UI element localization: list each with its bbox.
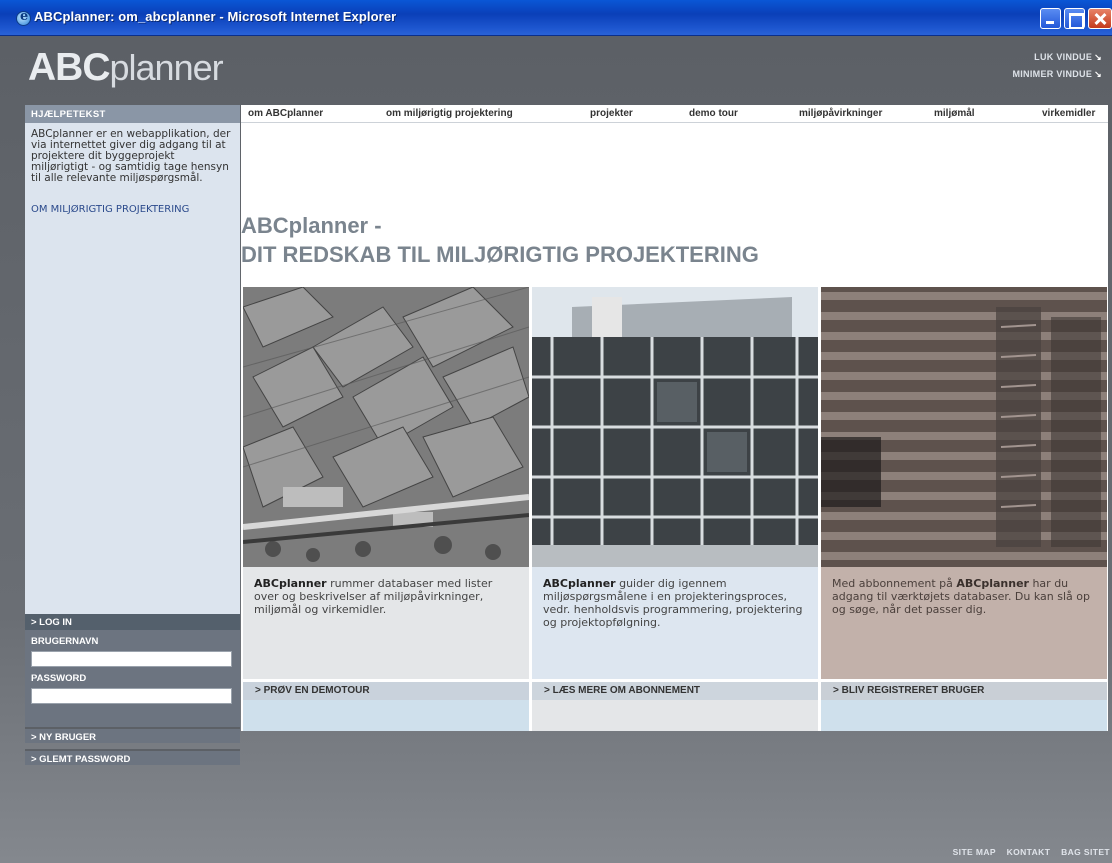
arrow-down-right-icon: ↘ — [1094, 69, 1102, 79]
footer-kontakt[interactable]: KONTAKT — [1007, 847, 1051, 857]
info-column-2: ABCplanner guider dig igennem miljøspørg… — [532, 287, 818, 731]
close-window-link[interactable]: LUK VINDUE ↘ — [1012, 52, 1102, 63]
sidebar: HJÆLPETEKST ABCplanner er en webapplikat… — [25, 105, 240, 743]
nav-demo-tour[interactable]: demo tour — [689, 108, 738, 119]
help-heading: HJÆLPETEKST — [25, 105, 240, 123]
footer-site-map[interactable]: SITE MAP — [953, 847, 996, 857]
login-heading[interactable]: > LOG IN — [25, 614, 240, 630]
logo-abc: ABC — [28, 46, 110, 89]
column-3-text: Med abbonnement på ABCplanner har du adg… — [821, 567, 1107, 679]
close-button[interactable] — [1088, 8, 1112, 29]
nav-virkemidler[interactable]: virkemidler — [1042, 108, 1095, 119]
help-link-environment[interactable]: OM MILJØRIGTIG PROJEKTERING — [31, 204, 234, 216]
column-3-footer — [821, 700, 1107, 731]
nav-om-abcplanner[interactable]: om ABCplanner — [248, 108, 323, 119]
footer-bag-sitet[interactable]: BAG SITET — [1061, 847, 1110, 857]
headline-line-1: ABCplanner - — [241, 213, 382, 238]
headline-line-2: DIT REDSKAB TIL MILJØRIGTIG PROJEKTERING — [241, 242, 759, 267]
window-title: ABCplanner: om_abcplanner - Microsoft In… — [34, 9, 397, 24]
try-demotour-link[interactable]: > PRØV EN DEMOTOUR — [243, 682, 529, 700]
forgot-password-button[interactable]: > GLEMT PASSWORD — [25, 749, 240, 765]
login-panel: > LOG IN BRUGERNAVN PASSWORD — [25, 614, 240, 731]
info-column-1: ABCplanner rummer databaser med lister o… — [243, 287, 529, 731]
minimize-button[interactable] — [1040, 8, 1061, 29]
column-3-brand: ABCplanner — [956, 577, 1029, 590]
column-2-brand: ABCplanner — [543, 577, 616, 590]
app-container: ABCplanner LUK VINDUE ↘ MINIMER VINDUE ↘ H… — [0, 36, 1112, 863]
nav-om-miljorigtig-projektering[interactable]: om miljørigtig projektering — [386, 108, 513, 119]
nav-projekter[interactable]: projekter — [590, 108, 633, 119]
column-2-footer — [532, 700, 818, 731]
arrow-down-right-icon: ↘ — [1094, 52, 1102, 62]
page-headline: ABCplanner - DIT REDSKAB TIL MILJØRIGTIG… — [241, 213, 759, 268]
register-user-link[interactable]: > BLIV REGISTRERET BRUGER — [821, 682, 1107, 700]
read-more-subscription-link[interactable]: > LÆS MERE OM ABONNEMENT — [532, 682, 818, 700]
wooden-shutters-photo — [821, 287, 1107, 567]
aerial-city-photo — [243, 287, 529, 567]
footer-links: SITE MAP KONTAKT BAG SITET — [945, 847, 1110, 857]
password-label: PASSWORD — [31, 673, 87, 684]
internet-explorer-icon[interactable] — [16, 9, 31, 26]
nav-miljomal[interactable]: miljømål — [934, 108, 975, 119]
close-window-label: LUK VINDUE — [1034, 52, 1093, 62]
username-label: BRUGERNAVN — [31, 636, 99, 647]
column-1-text: ABCplanner rummer databaser med lister o… — [243, 567, 529, 679]
top-navigation: om ABCplanner om miljørigtig projekterin… — [241, 105, 1108, 123]
help-text: ABCplanner er en webapplikation, der via… — [31, 128, 231, 184]
window-titlebar: ABCplanner: om_abcplanner - Microsoft In… — [0, 0, 1112, 36]
main-panel: om ABCplanner om miljørigtig projekterin… — [241, 105, 1108, 731]
window-links: LUK VINDUE ↘ MINIMER VINDUE ↘ — [1012, 52, 1102, 86]
column-1-footer — [243, 700, 529, 731]
column-3-intro: Med abbonnement på — [832, 577, 957, 590]
minimize-window-label: MINIMER VINDUE — [1012, 69, 1093, 79]
password-input[interactable] — [31, 688, 232, 704]
minimize-window-link[interactable]: MINIMER VINDUE ↘ — [1012, 69, 1102, 80]
abcplanner-logo[interactable]: ABCplanner — [28, 46, 224, 90]
glass-building-photo — [532, 287, 818, 567]
column-1-brand: ABCplanner — [254, 577, 327, 590]
maximize-button[interactable] — [1064, 8, 1085, 29]
info-column-3: Med abbonnement på ABCplanner har du adg… — [821, 287, 1107, 731]
nav-miljopavirkninger[interactable]: miljøpåvirkninger — [799, 108, 882, 119]
column-2-text: ABCplanner guider dig igennem miljøspørg… — [532, 567, 818, 679]
new-user-button[interactable]: > NY BRUGER — [25, 727, 240, 743]
username-input[interactable] — [31, 651, 232, 667]
logo-planner: planner — [109, 47, 224, 88]
